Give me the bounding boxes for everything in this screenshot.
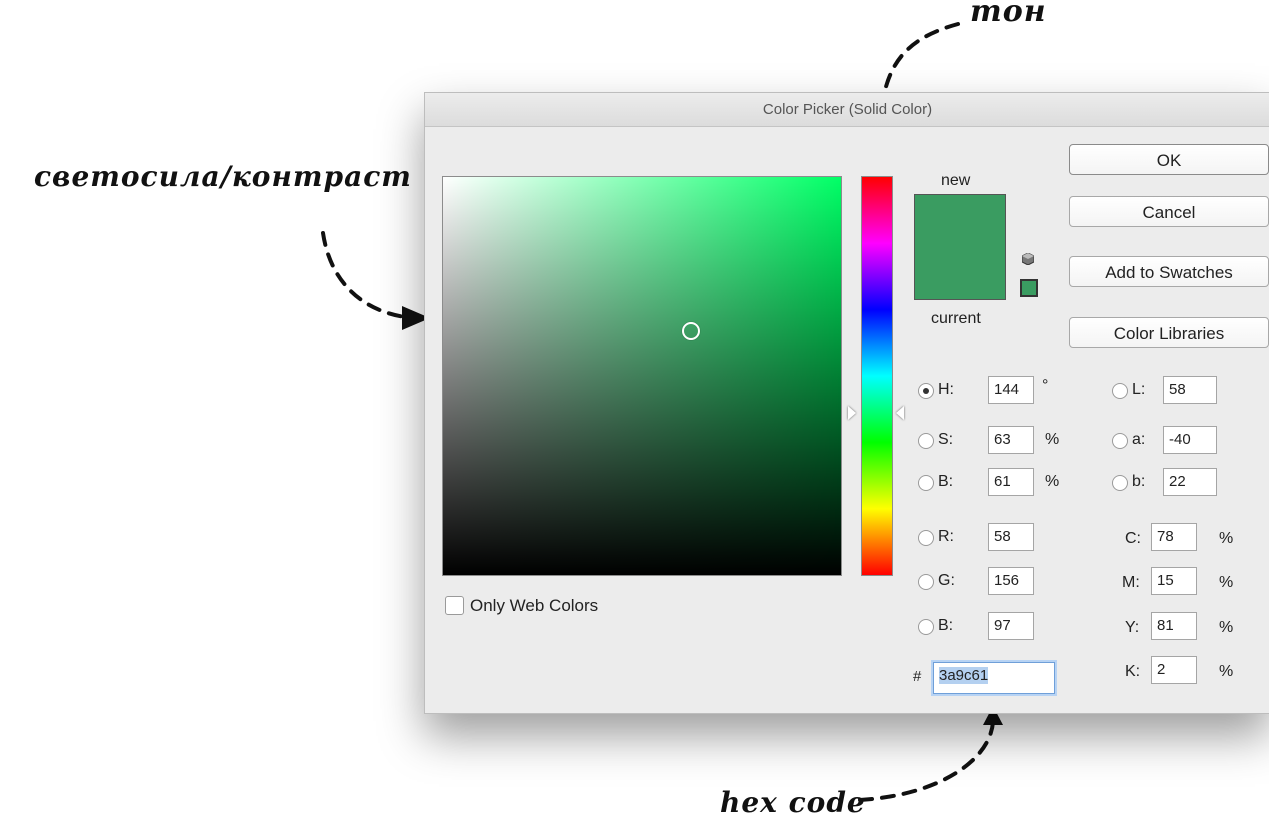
hue-slider-left-arrow-icon[interactable] (848, 406, 856, 420)
color-field-cursor[interactable] (682, 322, 700, 340)
ok-button[interactable]: OK (1069, 144, 1269, 175)
black-label: K: (1125, 663, 1141, 680)
hue-slider-right-arrow-icon[interactable] (896, 406, 904, 420)
brightness-unit: % (1045, 473, 1060, 490)
hex-label: # (913, 668, 922, 685)
color-swatch (914, 194, 1006, 300)
a-channel-radio[interactable] (1112, 433, 1128, 449)
hex-input[interactable]: 3a9c61 (933, 662, 1055, 694)
a-channel-input[interactable]: -40 (1163, 426, 1217, 454)
lightness-label: L: (1132, 381, 1146, 398)
red-radio[interactable] (918, 530, 934, 546)
blue-label: B: (938, 617, 954, 634)
yellow-input[interactable]: 81 (1151, 612, 1197, 640)
magenta-label: M: (1122, 574, 1140, 591)
green-radio[interactable] (918, 574, 934, 590)
saturation-unit: % (1045, 431, 1060, 448)
black-input[interactable]: 2 (1151, 656, 1197, 684)
green-label: G: (938, 572, 955, 589)
blue-radio[interactable] (918, 619, 934, 635)
current-color-swatch[interactable] (915, 247, 1005, 299)
brightness-radio[interactable] (918, 475, 934, 491)
lightness-input[interactable]: 58 (1163, 376, 1217, 404)
cyan-unit: % (1219, 530, 1234, 547)
saturation-label: S: (938, 431, 954, 448)
brightness-input[interactable]: 61 (988, 468, 1034, 496)
cancel-button[interactable]: Cancel (1069, 196, 1269, 227)
b-channel-label: b: (1132, 473, 1146, 490)
only-web-colors-checkbox[interactable] (445, 596, 464, 615)
only-web-colors-label[interactable]: Only Web Colors (470, 596, 598, 616)
magenta-input[interactable]: 15 (1151, 567, 1197, 595)
new-color-label: new (941, 172, 971, 189)
b-channel-radio[interactable] (1112, 475, 1128, 491)
red-input[interactable]: 58 (988, 523, 1034, 551)
yellow-label: Y: (1125, 619, 1140, 636)
titlebar[interactable]: Color Picker (Solid Color) (425, 93, 1269, 127)
web-safe-swatch[interactable] (1020, 279, 1038, 297)
b-channel-input[interactable]: 22 (1163, 468, 1217, 496)
window-title: Color Picker (Solid Color) (762, 101, 933, 118)
out-of-gamut-cube-icon[interactable] (1022, 253, 1034, 265)
annotation-hex-code: hex code (720, 786, 866, 819)
add-to-swatches-button[interactable]: Add to Swatches (1069, 256, 1269, 287)
green-input[interactable]: 156 (988, 567, 1034, 595)
cyan-input[interactable]: 78 (1151, 523, 1197, 551)
hue-input[interactable]: 144 (988, 376, 1034, 404)
hue-radio[interactable] (918, 383, 934, 399)
a-channel-label: a: (1132, 431, 1146, 448)
black-unit: % (1219, 663, 1234, 680)
saturation-brightness-field[interactable] (442, 176, 842, 576)
saturation-input[interactable]: 63 (988, 426, 1034, 454)
yellow-unit: % (1219, 619, 1234, 636)
color-libraries-button[interactable]: Color Libraries (1069, 317, 1269, 348)
hue-slider[interactable] (861, 176, 893, 576)
current-color-label: current (931, 310, 981, 327)
saturation-radio[interactable] (918, 433, 934, 449)
blue-input[interactable]: 97 (988, 612, 1034, 640)
arrow-to-hex (858, 720, 995, 802)
hue-label: H: (938, 381, 954, 398)
arrow-to-field (321, 231, 407, 319)
new-color-swatch (915, 195, 1005, 247)
hue-unit: ° (1042, 377, 1049, 394)
annotation-hue: тон (970, 0, 1047, 29)
brightness-label: B: (938, 473, 954, 490)
red-label: R: (938, 528, 954, 545)
hex-value: 3a9c61 (939, 667, 989, 684)
color-picker-dialog: Color Picker (Solid Color) Only Web Colo… (424, 92, 1269, 714)
annotation-brightness-contrast: светосила/контраст (34, 160, 412, 193)
lightness-radio[interactable] (1112, 383, 1128, 399)
cyan-label: C: (1125, 530, 1141, 547)
magenta-unit: % (1219, 574, 1234, 591)
